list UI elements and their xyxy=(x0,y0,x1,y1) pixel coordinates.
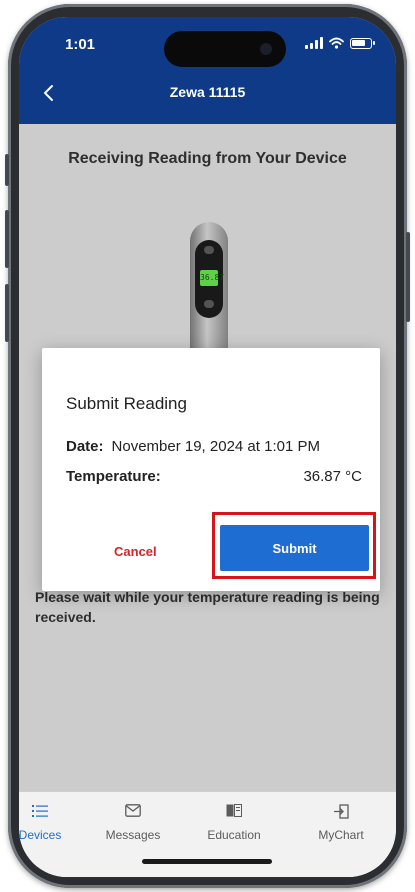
phone-screen: 1:01 Zewa 11115 Receiving Reading from Y… xyxy=(19,17,396,877)
cancel-button[interactable]: Cancel xyxy=(114,544,157,559)
volume-up-button xyxy=(5,210,9,268)
list-icon xyxy=(19,804,80,822)
tab-messages[interactable]: Messages xyxy=(93,804,173,842)
tab-devices[interactable]: Devices xyxy=(19,804,80,842)
app-header: 1:01 Zewa 11115 xyxy=(19,17,396,124)
envelope-icon xyxy=(93,804,173,822)
submit-reading-dialog: Submit Reading Date: November 19, 2024 a… xyxy=(42,348,380,591)
tab-devices-label: Devices xyxy=(19,828,62,842)
exit-icon xyxy=(301,804,381,822)
bottom-tab-bar: Devices Messages Education MyChart xyxy=(19,791,396,877)
power-button xyxy=(406,232,410,322)
tab-education[interactable]: Education xyxy=(194,804,274,842)
cellular-signal-icon xyxy=(305,37,323,49)
dialog-title: Submit Reading xyxy=(66,394,187,413)
volume-down-button xyxy=(5,284,9,342)
tab-messages-label: Messages xyxy=(105,828,161,842)
battery-icon xyxy=(350,37,375,49)
page-title: Zewa 11115 xyxy=(169,84,246,100)
status-time: 1:01 xyxy=(65,36,96,53)
book-icon xyxy=(194,804,274,822)
tab-mychart-label: MyChart xyxy=(318,828,364,842)
submit-button[interactable]: Submit xyxy=(220,525,369,571)
tab-education-label: Education xyxy=(207,828,261,842)
home-indicator[interactable] xyxy=(142,859,272,864)
temperature-label: Temperature: xyxy=(66,468,161,485)
dynamic-island xyxy=(164,31,286,67)
date-row: Date: November 19, 2024 at 1:01 PM xyxy=(66,438,362,455)
temperature-row: Temperature: 36.87 °C xyxy=(66,468,362,485)
status-icons xyxy=(305,37,375,49)
date-label: Date: xyxy=(66,438,104,455)
wifi-icon xyxy=(329,37,344,49)
action-button xyxy=(5,154,9,186)
date-value: November 19, 2024 at 1:01 PM xyxy=(111,438,320,455)
temperature-value: 36.87 °C xyxy=(303,468,362,485)
tab-mychart[interactable]: MyChart xyxy=(301,804,381,842)
